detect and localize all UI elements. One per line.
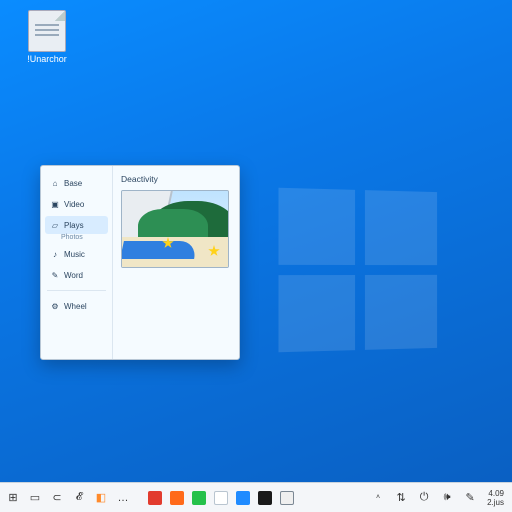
tray-network-icon[interactable]: ⇅ (392, 489, 410, 507)
content-header: Deactivity (121, 174, 231, 184)
sidebar-item-label: Wheel (64, 302, 87, 311)
pinned-app-orange[interactable] (168, 489, 186, 507)
app-pin-1[interactable]: ◧ (92, 489, 110, 507)
sidebar-item-sublabel: Photos (45, 234, 108, 241)
pinned-app-blue[interactable] (234, 489, 252, 507)
back-button[interactable]: ⊂ (48, 489, 66, 507)
pinned-app-term[interactable] (278, 489, 296, 507)
tray-pen-icon[interactable]: ✎ (461, 489, 479, 507)
sidebar-separator (47, 290, 106, 291)
desktop-icon-label: !Unarchor (18, 54, 76, 64)
sidebar-item-label: Plays (64, 221, 84, 230)
sidebar-item-label: Base (64, 179, 82, 188)
pinned-app-green[interactable] (190, 489, 208, 507)
pinned-app-white[interactable] (212, 489, 230, 507)
sidebar-item-images[interactable]: ▱ Plays (45, 216, 108, 234)
theme-preview-thumbnail[interactable] (121, 190, 229, 268)
pinned-app-black[interactable] (256, 489, 274, 507)
taskview-button[interactable]: ▭ (26, 489, 44, 507)
sidebar-item-label: Music (64, 250, 85, 259)
home-icon: ⌂ (50, 178, 60, 188)
tray-power-icon[interactable]: ⏻ (415, 489, 433, 507)
document-icon (28, 10, 66, 52)
sidebar-item-label: Word (64, 271, 83, 280)
sidebar-item-documents[interactable]: ✎ Word (45, 266, 108, 284)
link-button[interactable]: 𝓔 (70, 489, 88, 507)
pinned-app-red[interactable] (146, 489, 164, 507)
clock-time: 4.09 (487, 489, 504, 498)
sidebar-item-settings[interactable]: ⚙ Wheel (45, 297, 108, 315)
desktop-icon-file[interactable]: !Unarchor (18, 10, 76, 64)
sidebar-item-home[interactable]: ⌂ Base (45, 174, 108, 192)
start-panel-sidebar: ⌂ Base ▣ Video ▱ Plays Photos ♪ Music ✎ … (41, 166, 113, 359)
doc-icon: ✎ (50, 270, 60, 280)
music-icon: ♪ (50, 249, 60, 259)
taskbar: ⊞ ▭ ⊂ 𝓔 ◧ … ˄ ⇅ ⏻ 🕪 ✎ 4.09 2.jus (0, 482, 512, 512)
gear-icon: ⚙ (50, 301, 60, 311)
image-icon: ▱ (50, 220, 60, 230)
start-button[interactable]: ⊞ (4, 489, 22, 507)
taskbar-clock[interactable]: 4.09 2.jus (483, 489, 508, 507)
sidebar-item-label: Video (64, 200, 84, 209)
start-panel-content: Deactivity (113, 166, 239, 359)
app-pin-2[interactable]: … (114, 489, 132, 507)
clock-date: 2.jus (487, 498, 504, 507)
tray-volume-icon[interactable]: 🕪 (438, 489, 456, 507)
wallpaper-windows-logo (279, 188, 438, 353)
video-icon: ▣ (50, 199, 60, 209)
tray-up-icon[interactable]: ˄ (369, 489, 387, 507)
sidebar-item-music[interactable]: ♪ Music (45, 245, 108, 263)
system-tray: ˄ ⇅ ⏻ 🕪 ✎ (369, 489, 479, 507)
sidebar-item-video[interactable]: ▣ Video (45, 195, 108, 213)
desktop-wallpaper[interactable]: !Unarchor ⌂ Base ▣ Video ▱ Plays Photos … (0, 0, 512, 512)
start-panel: ⌂ Base ▣ Video ▱ Plays Photos ♪ Music ✎ … (40, 165, 240, 360)
